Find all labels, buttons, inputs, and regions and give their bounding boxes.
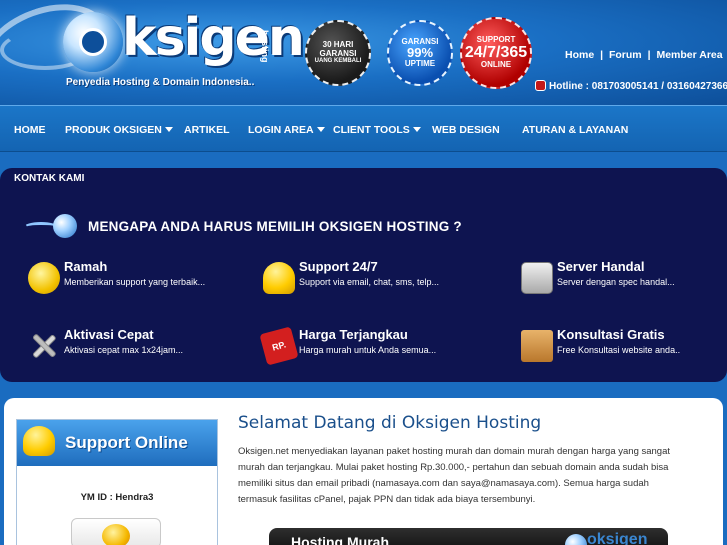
link-separator: | [600,49,604,61]
nav-web-design[interactable]: WEB DESIGN [432,124,500,136]
main-nav: HOME PRODUK OKSIGEN ARTIKEL LOGIN AREA C… [0,105,727,152]
feature-title: Aktivasi Cepat [64,327,154,342]
support-header: Support Online [17,420,217,466]
phone-icon [535,80,546,91]
chevron-down-icon [164,127,173,132]
badge-line: GARANSI [319,48,357,58]
badge-line: 99% [406,45,434,61]
feature-title: Server Handal [557,259,645,274]
chevron-down-icon [316,127,325,132]
helmet-icon [23,426,55,456]
badge-uptime: GARANSI 99% UPTIME [387,20,453,86]
smiley-icon [28,262,60,294]
feature-desc: Aktivasi cepat max 1x24jam... [64,345,184,355]
globe-icon [565,534,587,545]
top-links: Home | Forum | Member Area [565,49,723,61]
feature-title: Support 24/7 [299,259,378,274]
feature-desc: Server dengan spec handal... [557,277,675,287]
support-title: Support Online [65,433,188,452]
banner-title: Hosting Murah [291,534,389,545]
welcome-text: Oksigen.net menyediakan layanan paket ho… [238,446,671,505]
nav-aturan[interactable]: ATURAN & LAYANAN [522,124,628,136]
badge-line: UANG KEMBALI [314,58,362,65]
badge-line: 24/7/365 [464,43,528,61]
chevron-down-icon [412,127,421,132]
support-online-box: Support Online YM ID : Hendra3 [16,419,218,545]
ym-status-button[interactable] [71,518,161,545]
feature-desc: Support via email, chat, sms, telp... [299,277,440,287]
logo-side-text: hosting [260,30,270,63]
globe-icon [53,214,77,238]
nav-label: ARTIKEL [184,124,230,136]
badge-money-back: 30 HARI GARANSI UANG KEMBALI [305,20,371,86]
nav-label: CLIENT TOOLS [333,124,410,136]
helmet-icon [263,262,295,294]
nav-produk[interactable]: PRODUK OKSIGEN [65,124,173,136]
nav-home[interactable]: HOME [14,124,46,136]
welcome-title: Selamat Datang di Oksigen Hosting [238,413,542,433]
feature-desc: Free Konsultasi website anda.. [557,345,681,355]
nav-label: HOME [14,124,46,136]
nav-login[interactable]: LOGIN AREA [248,124,325,136]
badge-support: SUPPORT 24/7/365 ONLINE [460,17,532,89]
hosting-murah-banner[interactable]: Hosting Murah oksigen [269,528,668,545]
tagline: Penyedia Hosting & Domain Indonesia.. [66,77,255,88]
feature-title: Ramah [64,259,108,274]
feature-desc: Memberikan support yang terbaik... [64,277,206,287]
yahoo-messenger-icon [102,524,130,545]
banner-logo: oksigen [587,531,648,545]
link-member-area[interactable]: Member Area [656,49,722,61]
ym-id: YM ID : Hendra3 [80,492,154,503]
nav-label: LOGIN AREA [248,124,314,136]
feature-desc: Harga murah untuk Anda semua... [299,345,437,355]
tools-icon [33,334,56,358]
link-separator: | [647,49,651,61]
link-home[interactable]: Home [565,49,594,61]
kontak-link[interactable]: KONTAK KAMI [14,173,84,184]
logo-text[interactable]: ksigen [122,8,305,68]
logo-globe-icon[interactable] [63,12,123,72]
feature-title: Konsultasi Gratis [557,327,665,342]
nav-label: WEB DESIGN [432,124,500,136]
link-forum[interactable]: Forum [609,49,642,61]
badge-line: ONLINE [480,60,512,70]
nav-artikel[interactable]: ARTIKEL [184,124,230,136]
server-icon [521,262,553,294]
hotline: Hotline : 081703005141 / 03160427366 [535,80,727,92]
nav-client-tools[interactable]: CLIENT TOOLS [333,124,421,136]
site-header: ksigen hosting Penyedia Hosting & Domain… [0,0,727,105]
badge-line: UPTIME [404,58,436,68]
nav-label: PRODUK OKSIGEN [65,124,162,136]
feature-title: Harga Terjangkau [299,327,408,342]
nav-label: ATURAN & LAYANAN [522,124,629,136]
hotline-text: Hotline : 081703005141 / 03160427366 [549,81,727,92]
box-icon [521,330,553,362]
why-title: MENGAPA ANDA HARUS MEMILIH OKSIGEN HOSTI… [88,219,462,234]
